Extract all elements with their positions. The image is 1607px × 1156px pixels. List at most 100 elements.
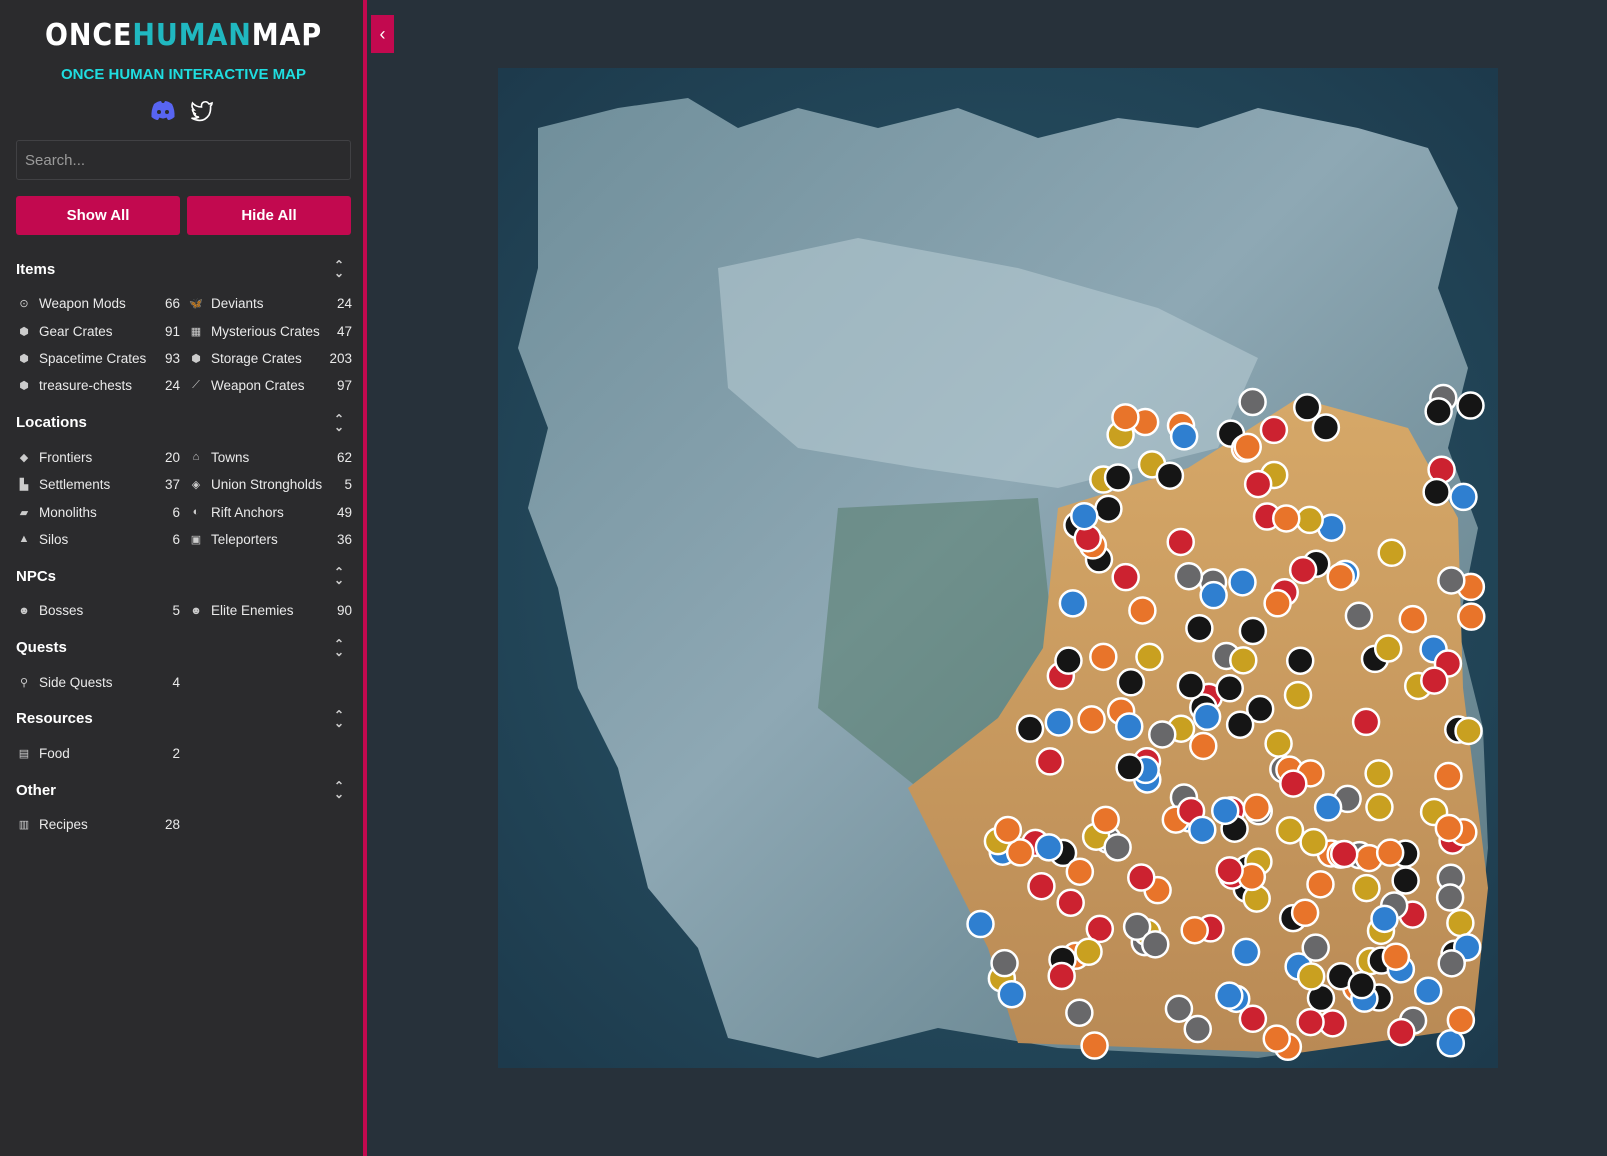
category-toggle-side-quests[interactable]: ⚲ Side Quests 4 bbox=[16, 669, 180, 696]
map-marker[interactable] bbox=[1285, 646, 1315, 675]
map-marker[interactable] bbox=[1454, 716, 1483, 746]
map-marker[interactable] bbox=[1347, 970, 1376, 1000]
world-map[interactable] bbox=[498, 68, 1498, 1068]
map-marker[interactable] bbox=[1065, 857, 1095, 886]
category-toggle-treasure-chests[interactable]: ⬢ treasure-chests 24 bbox=[16, 372, 180, 399]
map-marker[interactable] bbox=[1199, 580, 1228, 610]
collapse-sidebar-button[interactable]: ‹ bbox=[371, 15, 394, 53]
map-marker[interactable] bbox=[1377, 538, 1406, 568]
map-marker[interactable] bbox=[1054, 646, 1083, 675]
category-toggle-teleporters[interactable]: ▣ Teleporters 36 bbox=[180, 526, 352, 553]
map-marker[interactable] bbox=[1420, 666, 1449, 695]
map-marker[interactable] bbox=[1259, 415, 1289, 445]
map-marker[interactable] bbox=[1166, 527, 1195, 557]
map-marker[interactable] bbox=[1111, 562, 1140, 592]
map-marker[interactable] bbox=[1238, 1004, 1268, 1034]
map-marker[interactable] bbox=[1446, 1005, 1476, 1035]
map-marker[interactable] bbox=[1115, 712, 1144, 741]
map-marker[interactable] bbox=[1128, 596, 1157, 625]
map-marker[interactable] bbox=[1215, 856, 1244, 885]
section-header-other[interactable]: Other ⌃ ⌄ bbox=[16, 777, 352, 803]
map-marker[interactable] bbox=[1422, 477, 1451, 507]
map-marker[interactable] bbox=[1089, 642, 1118, 672]
map-marker[interactable] bbox=[1127, 863, 1156, 892]
map-marker[interactable] bbox=[1135, 642, 1164, 672]
expand-collapse-icon[interactable]: ⌃ ⌄ bbox=[334, 413, 344, 433]
map-marker[interactable] bbox=[1370, 904, 1399, 934]
expand-collapse-icon[interactable]: ⌃ ⌄ bbox=[334, 638, 344, 658]
map-marker[interactable] bbox=[1449, 482, 1478, 512]
map-marker[interactable] bbox=[1215, 674, 1244, 703]
map-marker[interactable] bbox=[1176, 671, 1206, 700]
map-marker[interactable] bbox=[1311, 413, 1341, 442]
map-marker[interactable] bbox=[1351, 707, 1381, 737]
map-marker[interactable] bbox=[1275, 816, 1305, 845]
map-marker[interactable] bbox=[1034, 833, 1064, 862]
map-marker[interactable] bbox=[1381, 942, 1411, 971]
map-marker[interactable] bbox=[1185, 613, 1214, 643]
map-marker[interactable] bbox=[1295, 505, 1324, 535]
category-toggle-weapon-crates[interactable]: ⟋ Weapon Crates 97 bbox=[180, 372, 352, 399]
map-marker[interactable] bbox=[1398, 604, 1428, 634]
map-marker[interactable] bbox=[1457, 602, 1486, 631]
map-marker[interactable] bbox=[1183, 1014, 1212, 1044]
expand-collapse-icon[interactable]: ⌃ ⌄ bbox=[334, 566, 344, 586]
map-marker[interactable] bbox=[1326, 562, 1355, 592]
map-marker[interactable] bbox=[1296, 962, 1326, 991]
category-toggle-towns[interactable]: ⌂ Towns 62 bbox=[180, 444, 352, 471]
map-marker[interactable] bbox=[1391, 866, 1420, 895]
category-toggle-spacetime-crates[interactable]: ⬢ Spacetime Crates 93 bbox=[16, 345, 180, 372]
map-marker[interactable] bbox=[1329, 839, 1359, 869]
map-marker[interactable] bbox=[1174, 561, 1204, 591]
map-marker[interactable] bbox=[1103, 463, 1133, 492]
map-marker[interactable] bbox=[1155, 461, 1185, 490]
map-marker[interactable] bbox=[1231, 937, 1261, 967]
category-toggle-monoliths[interactable]: ▰ Monoliths 6 bbox=[16, 498, 180, 525]
category-toggle-deviants[interactable]: 🦋 Deviants 24 bbox=[180, 290, 352, 317]
section-header-npcs[interactable]: NPCs ⌃ ⌄ bbox=[16, 563, 352, 589]
section-header-locations[interactable]: Locations ⌃ ⌄ bbox=[16, 410, 352, 436]
map-marker[interactable] bbox=[1288, 555, 1318, 585]
map-marker[interactable] bbox=[1290, 898, 1320, 928]
map-marker[interactable] bbox=[1364, 759, 1393, 788]
map-marker[interactable] bbox=[1070, 501, 1099, 531]
map-marker[interactable] bbox=[1015, 714, 1045, 743]
section-header-quests[interactable]: Quests ⌃ ⌄ bbox=[16, 635, 352, 661]
map-marker[interactable] bbox=[993, 815, 1023, 845]
section-header-items[interactable]: Items ⌃ ⌄ bbox=[16, 256, 352, 282]
category-toggle-union-strongholds[interactable]: ◈ Union Strongholds 5 bbox=[180, 471, 352, 498]
map-marker[interactable] bbox=[1233, 432, 1262, 462]
map-marker[interactable] bbox=[1141, 930, 1170, 959]
map-marker[interactable] bbox=[1228, 568, 1257, 597]
map-marker[interactable] bbox=[1283, 680, 1313, 710]
category-toggle-rift-anchors[interactable]: ◐ Rift Anchors 49 bbox=[180, 498, 352, 525]
hide-all-button[interactable]: Hide All bbox=[187, 196, 351, 235]
category-toggle-weapon-mods[interactable]: ⊙ Weapon Mods 66 bbox=[16, 290, 180, 317]
map-marker[interactable] bbox=[1188, 815, 1217, 845]
map-marker[interactable] bbox=[1352, 873, 1381, 903]
map-marker[interactable] bbox=[1292, 393, 1322, 422]
map-marker[interactable] bbox=[1103, 833, 1132, 862]
category-toggle-food[interactable]: ▤ Food 2 bbox=[16, 740, 180, 767]
map-marker[interactable] bbox=[1434, 813, 1464, 843]
map-marker[interactable] bbox=[1116, 668, 1146, 697]
search-input[interactable] bbox=[16, 140, 351, 180]
map-marker[interactable] bbox=[1169, 422, 1199, 451]
category-toggle-mysterious-crates[interactable]: ▦ Mysterious Crates 47 bbox=[180, 317, 352, 344]
map-marker[interactable] bbox=[1344, 601, 1374, 631]
map-marker[interactable] bbox=[1375, 838, 1405, 867]
map-marker[interactable] bbox=[1413, 976, 1443, 1006]
map-marker[interactable] bbox=[1091, 805, 1120, 835]
map-marker[interactable] bbox=[1264, 729, 1293, 758]
category-toggle-gear-crates[interactable]: ⬢ Gear Crates 91 bbox=[16, 317, 180, 344]
map-marker[interactable] bbox=[1373, 634, 1403, 663]
map-marker[interactable] bbox=[1115, 753, 1144, 782]
map-marker[interactable] bbox=[1192, 702, 1222, 732]
map-marker[interactable] bbox=[1074, 937, 1103, 967]
map-marker[interactable] bbox=[1262, 1024, 1292, 1053]
map-marker[interactable] bbox=[1189, 731, 1218, 761]
map-marker[interactable] bbox=[1210, 796, 1240, 826]
expand-collapse-icon[interactable]: ⌃ ⌄ bbox=[334, 709, 344, 729]
map-marker[interactable] bbox=[1242, 793, 1272, 822]
map-marker[interactable] bbox=[1056, 888, 1085, 917]
